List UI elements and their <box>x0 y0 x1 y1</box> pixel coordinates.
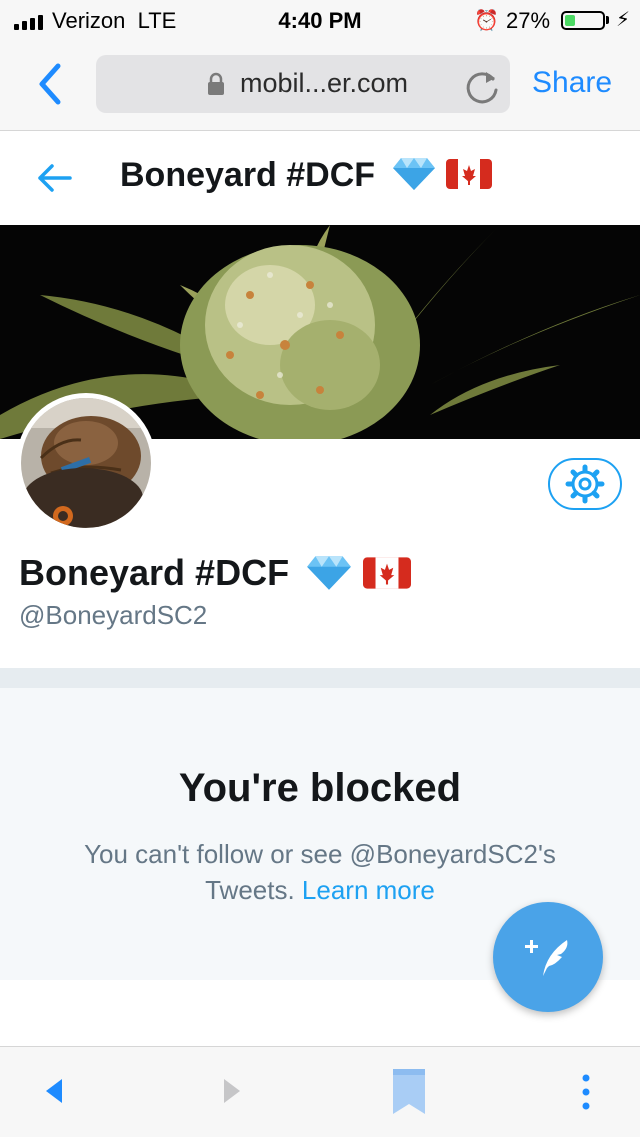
canada-flag-emoji <box>445 159 492 189</box>
battery-percent: 27% <box>506 8 551 33</box>
avatar-photo <box>21 398 151 528</box>
lock-icon <box>206 72 226 101</box>
share-button[interactable]: Share <box>532 66 612 100</box>
gem-emoji <box>307 556 351 590</box>
profile-name: Boneyard #DCF <box>19 552 412 594</box>
gem-emoji <box>392 158 435 190</box>
canada-flag-emoji <box>363 557 412 589</box>
profile-handle: @BoneyardSC2 <box>19 600 208 630</box>
section-divider <box>0 668 640 688</box>
profile-name-text: Boneyard #DCF <box>19 552 290 593</box>
gear-icon <box>565 464 605 504</box>
header-title: Boneyard #DCF <box>120 156 492 195</box>
browser-toolbar <box>0 1046 640 1137</box>
compose-tweet-button[interactable] <box>493 902 603 1012</box>
battery-cap <box>606 16 609 24</box>
battery-fill <box>565 15 575 26</box>
reload-icon[interactable] <box>462 66 502 113</box>
bookmark-icon[interactable] <box>392 1068 426 1121</box>
header-name: Boneyard #DCF <box>120 156 376 194</box>
back-arrow-icon[interactable] <box>44 1077 64 1110</box>
learn-more-link[interactable]: Learn more <box>302 875 435 905</box>
back-arrow-icon[interactable] <box>34 160 74 201</box>
alarm-icon: ⏰ <box>474 10 499 32</box>
avatar[interactable] <box>16 393 156 533</box>
forward-arrow-icon[interactable] <box>222 1077 242 1110</box>
blocked-title: You're blocked <box>178 766 462 810</box>
compose-tweet-icon <box>525 940 568 976</box>
charging-bolt-icon: ⚡ <box>616 9 631 31</box>
battery-icon <box>561 11 605 30</box>
blocked-message: You can't follow or see @BoneyardSC2's T… <box>40 836 600 908</box>
more-icon[interactable] <box>576 1073 596 1116</box>
url-text[interactable]: mobil...er.com <box>240 68 408 99</box>
back-chevron-icon[interactable] <box>30 60 70 113</box>
settings-button[interactable] <box>548 458 622 510</box>
